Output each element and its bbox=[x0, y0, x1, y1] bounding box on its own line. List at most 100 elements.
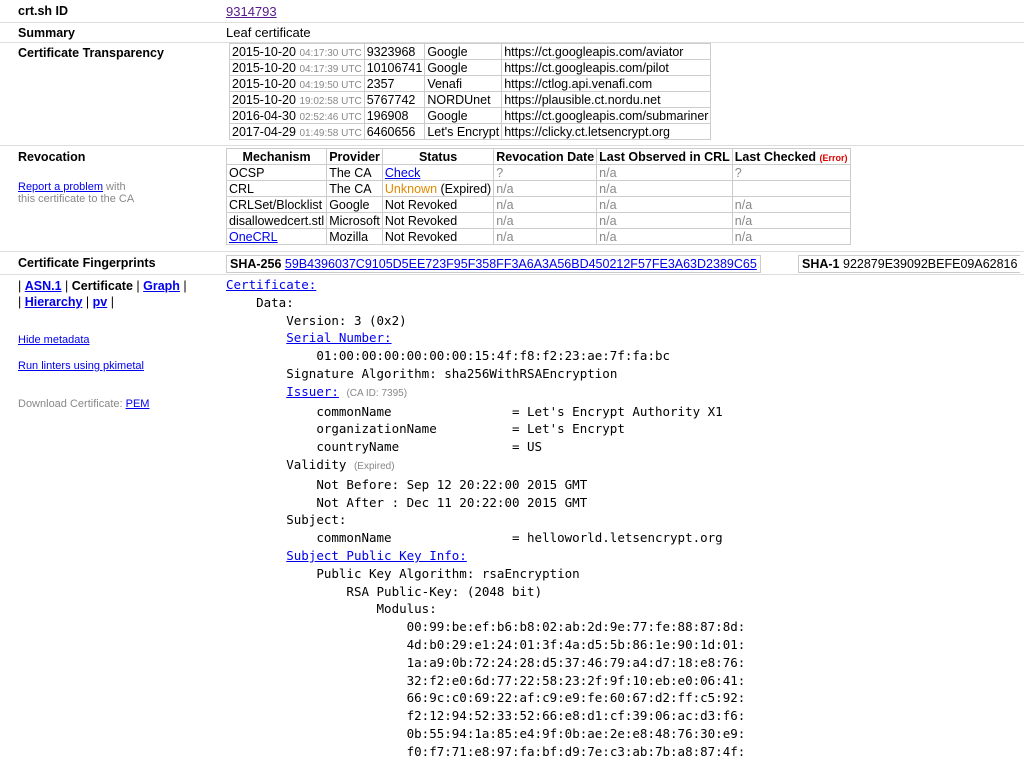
issuer-organization: organizationName = Let's Encrypt bbox=[316, 421, 625, 437]
ct-timestamp-cell: 2015-10-20 04:19:50 UTC bbox=[229, 75, 365, 92]
last-observed-cell: n/a bbox=[596, 180, 733, 197]
ct-timestamp-cell: 2017-04-29 01:49:58 UTC bbox=[229, 123, 365, 140]
ct-log-row: 2015-10-20 04:17:39 UTC 10106741 Google htt… bbox=[229, 59, 712, 76]
subject-heading: Subject: bbox=[286, 512, 347, 528]
issuer-link[interactable]: Issuer: bbox=[286, 384, 339, 399]
ct-log-row: 2015-10-20 04:17:30 UTC 9323968 Google http… bbox=[229, 43, 712, 60]
provider-cell: The CA bbox=[326, 164, 383, 181]
ct-date: 2017-04-29 bbox=[232, 124, 296, 139]
modulus-line: 32:f2:e0:6d:77:22:58:23:2f:9f:10:eb:e0:0… bbox=[406, 672, 746, 688]
provider-cell: Microsoft bbox=[326, 212, 383, 229]
modulus-line: f2:12:94:52:33:52:66:e8:d1:cf:39:06:ac:d… bbox=[406, 708, 746, 724]
revocation-row-onecrl: OneCRL Mozilla Not Revoked n/a n/a n/a bbox=[225, 228, 851, 245]
ct-entry-cell: 5767742 bbox=[363, 91, 426, 108]
ct-time: 02:52:46 UTC bbox=[299, 111, 362, 123]
revocation-row-disallowed: disallowedcert.stl Microsoft Not Revoked… bbox=[225, 212, 851, 229]
revocation-row-crl: CRL The CA Unknown (Expired) n/a n/a bbox=[225, 180, 851, 197]
separator: | bbox=[18, 279, 25, 293]
mechanism-cell: OCSP bbox=[225, 164, 328, 181]
ct-log-row: 2015-10-20 04:19:50 UTC 2357 Venafi https:/… bbox=[229, 75, 712, 92]
ct-time: 19:02:58 UTC bbox=[299, 95, 362, 107]
ct-date: 2015-10-20 bbox=[232, 44, 296, 59]
certificate-heading-link[interactable]: Certificate: bbox=[226, 277, 316, 292]
last-checked-cell: n/a bbox=[731, 196, 851, 213]
rev-date-cell: ? bbox=[493, 164, 598, 181]
signature-algorithm: Signature Algorithm: sha256WithRSAEncryp… bbox=[286, 365, 618, 381]
asn1-link[interactable]: ASN.1 bbox=[25, 279, 62, 293]
status-cell: Not Revoked bbox=[381, 228, 495, 245]
status-cell: Not Revoked bbox=[381, 212, 495, 229]
rsa-public-key: RSA Public-Key: (2048 bit) bbox=[346, 583, 543, 599]
ct-operator-cell: NORDUnet bbox=[424, 91, 503, 108]
last-observed-cell: n/a bbox=[596, 212, 733, 229]
ct-log-url-cell: https://ct.googleapis.com/submariner bbox=[501, 107, 712, 124]
summary-label: Summary bbox=[18, 26, 75, 40]
last-checked-text: Last Checked bbox=[734, 149, 817, 164]
col-mechanism: Mechanism bbox=[225, 148, 328, 165]
hierarchy-link[interactable]: Hierarchy bbox=[25, 295, 83, 309]
ct-log-row: 2015-10-20 19:02:58 UTC 5767742 NORDUnet ht… bbox=[229, 91, 712, 108]
spki-link[interactable]: Subject Public Key Info: bbox=[286, 548, 467, 563]
ct-timestamp-cell: 2015-10-20 19:02:58 UTC bbox=[229, 91, 365, 108]
last-observed-cell: n/a bbox=[596, 164, 733, 181]
col-last-checked: Last Checked (Error) bbox=[731, 148, 851, 165]
revocation-row-ocsp: OCSP The CA Check ? n/a ? bbox=[225, 164, 851, 181]
sha256-label: SHA-256 bbox=[230, 257, 282, 271]
sha256-link[interactable]: 59B4396037C9105D5EE723F95F358FF3A6A3A56B… bbox=[285, 257, 757, 271]
run-linters-link[interactable]: Run linters using pkimetal bbox=[18, 360, 144, 372]
expired-note: (Expired) bbox=[437, 181, 492, 196]
ct-operator-cell: Venafi bbox=[424, 75, 503, 92]
modulus-line: 0b:55:94:1a:85:e4:9f:0b:ae:2e:e8:48:76:3… bbox=[406, 725, 746, 741]
ct-date: 2016-04-30 bbox=[232, 108, 296, 123]
report-problem-link[interactable]: Report a problem bbox=[18, 181, 103, 193]
ct-log-url-cell: https://clicky.ct.letsencrypt.org bbox=[501, 123, 712, 140]
sha1-label: SHA-1 bbox=[802, 257, 840, 271]
issuer-ca-id: (CA ID: 7395) bbox=[346, 387, 408, 399]
revocation-row: Revocation Report a problem with this ce… bbox=[0, 146, 1024, 252]
last-checked-cell: n/a bbox=[731, 212, 851, 229]
ocsp-check-link[interactable]: Check bbox=[385, 166, 420, 180]
separator: | bbox=[82, 295, 93, 309]
crtsh-id-link[interactable]: 9314793 bbox=[226, 4, 277, 19]
pem-link[interactable]: PEM bbox=[126, 398, 150, 410]
rev-date-cell: n/a bbox=[493, 196, 598, 213]
ct-timestamp-cell: 2015-10-20 04:17:39 UTC bbox=[229, 59, 365, 76]
sha1-box: SHA-1 922879E39092BEFE09A62816 bbox=[798, 255, 1021, 273]
separator: | bbox=[61, 279, 72, 293]
sha256-box: SHA-256 59B4396037C9105D5EE723F95F358FF3… bbox=[226, 255, 761, 273]
last-checked-cell bbox=[731, 180, 851, 197]
pv-link[interactable]: pv bbox=[93, 295, 108, 309]
ct-time: 04:17:30 UTC bbox=[299, 47, 362, 59]
ct-entry-cell: 6460656 bbox=[363, 123, 426, 140]
error-note: (Error) bbox=[819, 152, 848, 163]
data-heading: Data: bbox=[256, 294, 294, 310]
summary-row: Summary Leaf certificate bbox=[0, 23, 1024, 43]
issuer-country: countryName = US bbox=[316, 439, 543, 455]
certificate-current-view: Certificate bbox=[71, 279, 133, 293]
modulus-line: f0:f7:71:e8:97:fa:bf:d9:7e:c3:ab:7b:a8:8… bbox=[406, 743, 746, 759]
rev-date-cell: n/a bbox=[493, 212, 598, 229]
ct-log-url-cell: https://plausible.ct.nordu.net bbox=[501, 91, 712, 108]
provider-cell: The CA bbox=[326, 180, 383, 197]
rev-date-cell: n/a bbox=[493, 228, 598, 245]
serial-number-link[interactable]: Serial Number: bbox=[286, 330, 391, 345]
modulus-line: 66:9c:c0:69:22:af:c9:e9:fe:60:67:d2:ff:c… bbox=[406, 690, 746, 706]
ct-operator-cell: Google bbox=[424, 107, 503, 124]
separator: | bbox=[107, 295, 114, 309]
ct-row: Certificate Transparency 2015-10-20 04:1… bbox=[0, 43, 1024, 146]
ct-log-url-cell: https://ctlog.api.venafi.com bbox=[501, 75, 712, 92]
ct-operator-cell: Google bbox=[424, 59, 503, 76]
separator: | bbox=[179, 279, 187, 293]
onecrl-link[interactable]: OneCRL bbox=[229, 230, 278, 244]
revocation-header-row: Mechanism Provider Status Revocation Dat… bbox=[225, 148, 851, 165]
hide-metadata-link[interactable]: Hide metadata bbox=[18, 334, 90, 346]
certificate-text: Certificate: Data: Version: 3 (0x2) Seri… bbox=[226, 276, 745, 761]
status-cell: Check bbox=[381, 164, 495, 181]
ct-time: 01:49:58 UTC bbox=[299, 127, 362, 139]
graph-link[interactable]: Graph bbox=[143, 279, 180, 293]
ct-table: 2015-10-20 04:17:30 UTC 9323968 Google http… bbox=[229, 43, 712, 140]
report-text-with: with bbox=[103, 181, 126, 193]
col-last-observed: Last Observed in CRL bbox=[596, 148, 733, 165]
not-before: Not Before: Sep 12 20:22:00 2015 GMT bbox=[316, 476, 588, 492]
report-problem-text: Report a problem with this certificate t… bbox=[18, 181, 134, 205]
